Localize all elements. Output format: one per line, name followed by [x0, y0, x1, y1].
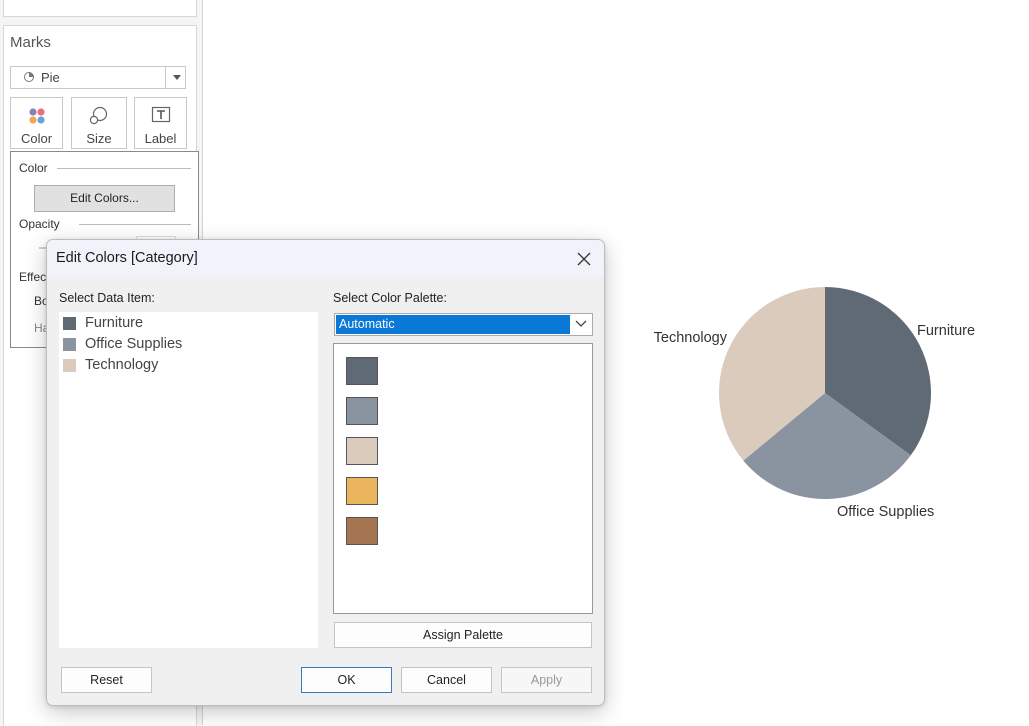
- dropdown-divider: [165, 67, 166, 88]
- item-label: Office Supplies: [85, 336, 183, 352]
- edit-colors-button[interactable]: Edit Colors...: [34, 185, 175, 212]
- opacity-section-title: Opacity: [19, 217, 60, 231]
- size-mark-button[interactable]: Size: [71, 97, 127, 149]
- cancel-button[interactable]: Cancel: [401, 667, 492, 693]
- label-mark-button[interactable]: Label: [134, 97, 187, 149]
- palette-dropdown[interactable]: Automatic: [334, 313, 593, 336]
- select-color-palette-label: Select Color Palette:: [333, 291, 447, 305]
- palette-swatch-4[interactable]: [346, 477, 378, 505]
- pie-label-office-supplies: Office Supplies: [837, 504, 934, 520]
- dialog-title: Edit Colors [Category]: [56, 250, 198, 266]
- section-divider: [57, 168, 191, 169]
- item-label: Technology: [85, 357, 159, 373]
- reset-button[interactable]: Reset: [61, 667, 152, 693]
- mark-type-label: Pie: [41, 70, 60, 85]
- palette-swatch-2[interactable]: [346, 397, 378, 425]
- chevron-down-icon: [575, 320, 587, 327]
- close-icon[interactable]: [573, 248, 595, 270]
- size-mark-label: Size: [86, 131, 112, 146]
- edit-colors-dialog: Edit Colors [Category] Select Data Item:…: [46, 239, 605, 706]
- ok-button[interactable]: OK: [301, 667, 392, 693]
- color-mark-button[interactable]: Color: [10, 97, 63, 149]
- marks-title: Marks: [10, 34, 51, 51]
- size-circles-icon: [89, 106, 108, 125]
- pie-label-technology: Technology: [654, 330, 728, 346]
- item-color-swatch: [63, 359, 76, 372]
- palette-swatch-1[interactable]: [346, 357, 378, 385]
- color-dots-icon: [28, 108, 45, 124]
- section-divider: [79, 224, 191, 225]
- assign-palette-button[interactable]: Assign Palette: [334, 622, 592, 648]
- item-color-swatch: [63, 338, 76, 351]
- data-item-list: Furniture Office Supplies Technology: [59, 312, 318, 648]
- item-label: Furniture: [85, 315, 144, 331]
- palette-swatch-3[interactable]: [346, 437, 378, 465]
- mark-type-dropdown[interactable]: Pie: [10, 66, 186, 89]
- dialog-titlebar: Edit Colors [Category]: [47, 240, 604, 277]
- pie-chart: Furniture Office Supplies Technology: [654, 287, 975, 520]
- label-t-icon: [151, 106, 170, 123]
- palette-swatch-panel: [333, 343, 593, 614]
- chevron-down-icon: [173, 75, 181, 80]
- label-mark-label: Label: [144, 131, 177, 146]
- shelf-card-top: [3, 0, 197, 17]
- apply-button[interactable]: Apply: [501, 667, 592, 693]
- palette-swatch-5[interactable]: [346, 517, 378, 545]
- select-data-item-label: Select Data Item:: [59, 291, 155, 305]
- palette-selected-value: Automatic: [336, 315, 570, 334]
- pie-icon: [24, 72, 34, 82]
- effects-section-title: Effec: [19, 270, 47, 284]
- color-mark-label: Color: [20, 131, 53, 146]
- color-section-title: Color: [19, 161, 48, 175]
- pie-label-furniture: Furniture: [917, 323, 975, 339]
- item-color-swatch: [63, 317, 76, 330]
